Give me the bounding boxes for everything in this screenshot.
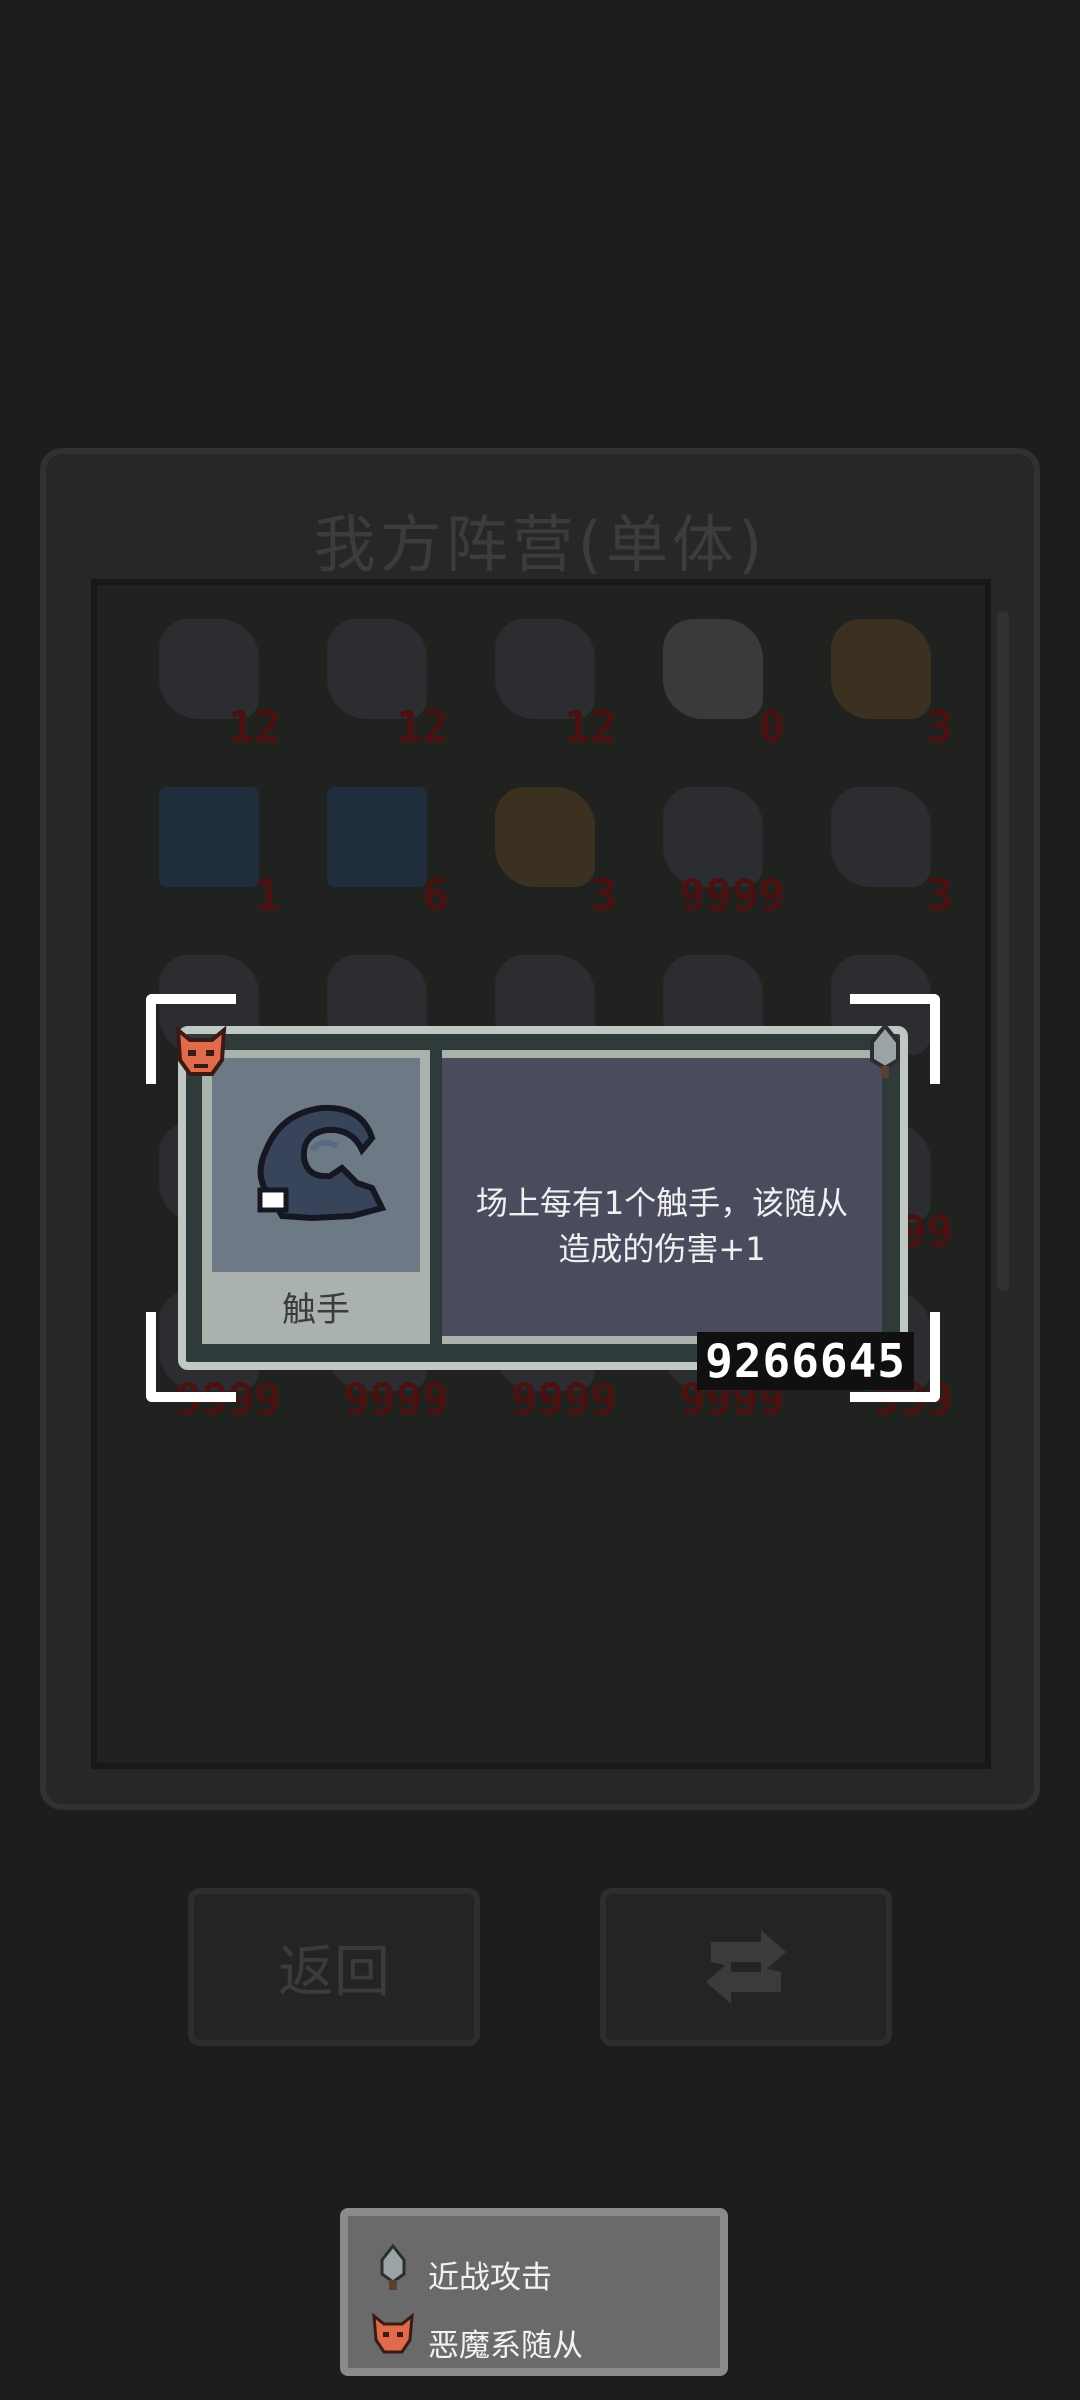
unit-slot[interactable]: 12 [305,605,455,755]
unit-slot[interactable]: 3 [809,605,959,755]
unit-slot[interactable]: 9999 [641,773,791,923]
unit-count: 6 [422,870,450,921]
unit-sprite [495,787,595,887]
tentacle-icon [257,1104,387,1222]
unit-slot[interactable]: 12 [137,605,287,755]
unit-slot[interactable]: 6 [305,773,455,923]
unit-count: 9999 [511,1374,617,1425]
card-name: 触手 [282,1290,350,1330]
icon-legend: 近战攻击 恶魔系随从 [340,2208,728,2376]
unit-count: 3 [926,870,954,921]
scrollbar-thumb[interactable] [997,611,1009,1291]
unit-count: 3 [590,870,618,921]
card-portrait-panel: 触手 [202,1050,430,1344]
scrollbar[interactable] [995,605,1011,1745]
back-button-label: 返回 [278,1939,390,2005]
unit-count: 1 [254,870,282,921]
sword-icon [380,2244,406,2290]
unit-count: 12 [564,702,617,753]
demon-mask-icon [175,1025,227,1076]
unit-sprite [663,619,763,719]
panel-title: 我方阵营(单体) [313,508,767,581]
description-line: 造成的伤害+1 [558,1230,766,1268]
refresh-icon [706,1930,786,2004]
unit-slot[interactable]: 3 [809,773,959,923]
demon-mask-icon [372,2312,414,2354]
unit-slot[interactable]: 3 [473,773,623,923]
unit-sprite [831,787,931,887]
refresh-button[interactable] [600,1888,892,2046]
back-button[interactable]: 返回 [188,1888,480,2046]
unit-count: 9999 [343,1374,449,1425]
unit-sprite [831,619,931,719]
legend-label: 恶魔系随从 [428,2328,583,2364]
unit-slot[interactable]: 0 [641,605,791,755]
unit-count: 3 [926,702,954,753]
divider [442,1050,882,1058]
unit-slot[interactable]: 1 [137,773,287,923]
unit-count: 12 [396,702,449,753]
card-description-panel: 场上每有1个触手，该随从 造成的伤害+1 [442,1050,882,1344]
card-id-number: 9266645 [697,1332,914,1390]
legend-label: 近战攻击 [428,2260,552,2296]
unit-slot[interactable]: 12 [473,605,623,755]
description-line: 场上每有1个触手，该随从 [475,1184,849,1222]
legend-item: 恶魔系随从 [372,2312,583,2365]
unit-detail-card: 触手 场上每有1个触手，该随从 造成的伤害+1 9266645 [146,994,940,1402]
unit-count: 9999 [679,870,785,921]
sword-icon [870,1022,900,1078]
legend-item: 近战攻击 [380,2244,552,2297]
card-description: 场上每有1个触手，该随从 造成的伤害+1 [452,1180,872,1272]
unit-sprite [327,787,427,887]
unit-count: 0 [758,702,786,753]
unit-sprite [159,787,259,887]
tentacle-portrait [212,1058,420,1272]
unit-count: 12 [228,702,281,753]
